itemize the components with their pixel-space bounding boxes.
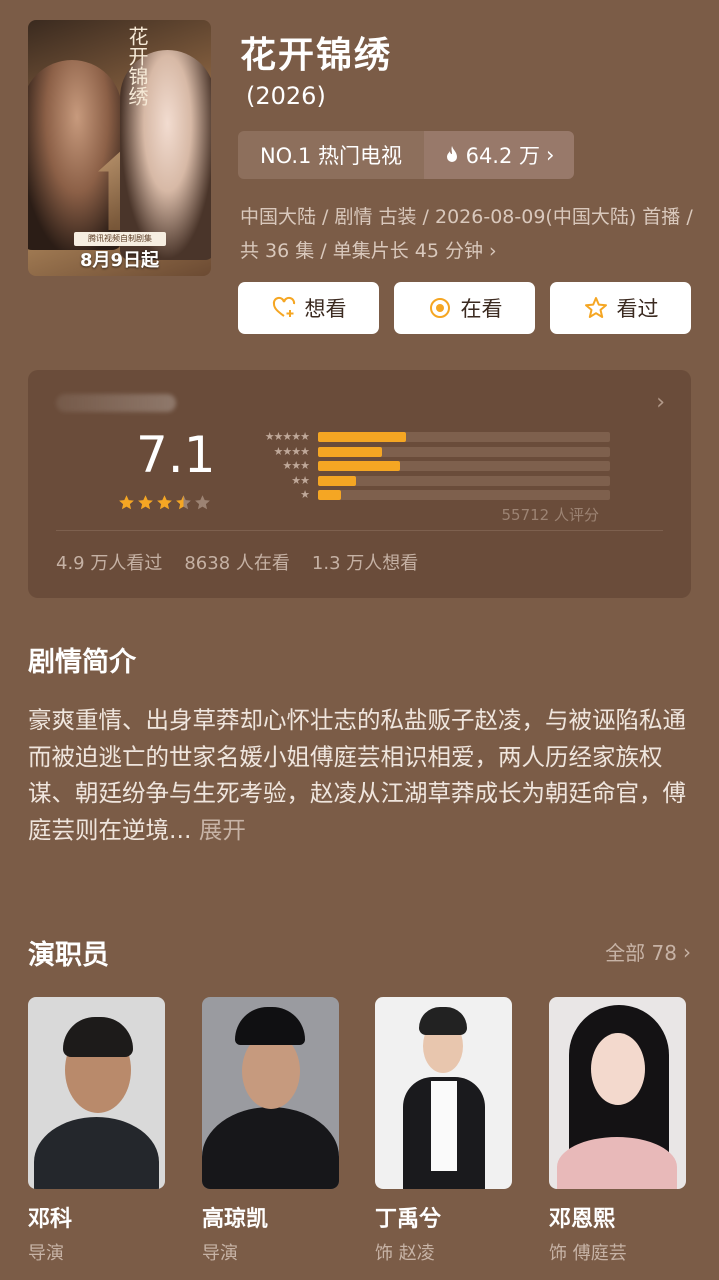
cast-all-link[interactable]: 全部 78 › <box>605 937 691 966</box>
poster-calligraphy: 花开锦绣 <box>125 26 149 106</box>
heat-value: 64.2 万 <box>465 144 541 168</box>
watching-label: 在看 <box>460 297 503 321</box>
distribution-track <box>318 446 610 457</box>
distribution-bar <box>318 432 406 442</box>
meta-text: 中国大陆 / 剧情 古装 / 2026-08-09(中国大陆) 首播 / 共 3… <box>240 206 693 262</box>
distribution-track <box>318 490 610 500</box>
synopsis-text: 豪爽重情、出身草莽却心怀壮志的私盐贩子赵凌，与被诬陷私通而被迫逃亡的世家名媛小姐… <box>28 702 693 848</box>
rating-count: 55712 人评分 <box>501 506 600 524</box>
distribution-row: ★★★ <box>233 459 613 473</box>
poster-stripe: 腾讯视频自制剧集 <box>74 232 166 246</box>
cast-card[interactable]: 丁禹兮 饰 赵凌 <box>375 997 512 1265</box>
synopsis-title: 剧情简介 <box>28 647 136 678</box>
flame-icon <box>446 146 457 162</box>
audience-stats: 4.9 万人看过 8638 人在看 1.3 万人想看 <box>56 549 418 575</box>
cast-name: 邓恩熙 <box>549 1207 616 1232</box>
cast-role: 导演 <box>28 1243 64 1264</box>
cast-card[interactable]: 邓恩熙 饰 傅庭芸 <box>549 997 686 1265</box>
watched-label: 看过 <box>616 297 659 321</box>
divider <box>56 530 663 531</box>
show-title: 花开锦绣 <box>240 35 393 76</box>
heat-indicator[interactable]: 64.2 万 › <box>424 131 574 179</box>
cast-name: 高琼凯 <box>202 1207 269 1232</box>
distribution-bar <box>318 461 400 471</box>
distribution-row: ★★★★★ <box>233 430 613 444</box>
poster-image[interactable]: 花开锦绣 腾讯视频自制剧集 8月9日起 <box>28 20 211 276</box>
chevron-right-icon: › <box>546 143 555 167</box>
distribution-bar <box>318 490 342 500</box>
distribution-track <box>318 475 610 486</box>
cast-role: 饰 赵凌 <box>375 1243 435 1264</box>
star-icon <box>138 495 153 510</box>
distribution-bar <box>318 446 383 457</box>
watching-count: 8638 人在看 <box>184 553 290 574</box>
distribution-track <box>318 461 610 471</box>
distribution-star-label: ★★ <box>291 473 310 487</box>
distribution-star-label: ★★★★★ <box>264 430 310 443</box>
expand-link[interactable]: 展开 <box>199 816 246 844</box>
star-icon <box>119 495 134 510</box>
chevron-right-icon[interactable]: › <box>656 390 665 415</box>
heart-plus-icon <box>272 296 295 317</box>
distribution-bar <box>318 475 356 486</box>
cast-card[interactable]: 高琼凯 导演 <box>202 997 339 1265</box>
rating-card[interactable]: › 7.1 ★★★★★ ★★★★ ★★★ ★★ ★ 55712 人评分 4.9 万人看过… <box>28 370 691 598</box>
cast-photo <box>549 997 686 1189</box>
star-outline-icon <box>584 297 607 318</box>
cast-name: 邓科 <box>28 1207 73 1232</box>
distribution-row: ★★ <box>233 474 613 488</box>
chevron-right-icon: › <box>683 939 691 964</box>
chevron-right-icon: › <box>489 240 497 262</box>
cast-role: 饰 傅庭芸 <box>549 1243 627 1264</box>
distribution-row: ★ <box>233 488 613 502</box>
distribution-track <box>318 432 610 442</box>
distribution-star-label: ★★★★ <box>273 444 310 458</box>
cast-name: 丁禹兮 <box>375 1207 442 1232</box>
rank-label: NO.1 热门电视 <box>238 131 424 179</box>
distribution-star-label: ★★★ <box>282 459 310 472</box>
cast-photo <box>28 997 165 1189</box>
cast-photo <box>202 997 339 1189</box>
watched-button[interactable]: 看过 <box>550 282 691 334</box>
want-button[interactable]: 想看 <box>238 282 379 334</box>
seen-count: 4.9 万人看过 <box>56 553 163 574</box>
cast-title: 演职员 <box>28 940 109 971</box>
cast-all-label: 全部 78 <box>605 941 677 965</box>
rating-stars <box>118 494 211 511</box>
rating-score: 7.1 <box>136 426 216 484</box>
cast-photo <box>375 997 512 1189</box>
synopsis-body: 豪爽重情、出身草莽却心怀壮志的私盐贩子赵凌，与被诬陷私通而被迫逃亡的世家名媛小姐… <box>28 706 686 844</box>
ranking-badge[interactable]: NO.1 热门电视 64.2 万 › <box>238 131 574 179</box>
distribution-row: ★★★★ <box>233 445 613 459</box>
cast-card[interactable]: 邓科 导演 <box>28 997 165 1265</box>
poster-airdate: 8月9日起 <box>79 250 160 271</box>
want-count: 1.3 万人想看 <box>311 553 419 574</box>
show-detail-page: 花开锦绣 腾讯视频自制剧集 8月9日起 花开锦绣 (2026) NO.1 热门电… <box>0 0 719 1280</box>
watching-eye-icon <box>429 298 450 318</box>
want-label: 想看 <box>304 297 347 321</box>
distribution-star-label: ★ <box>300 488 310 501</box>
star-icon <box>157 495 172 510</box>
show-year: (2026) <box>246 82 326 110</box>
watching-button[interactable]: 在看 <box>394 282 535 334</box>
cast-role: 导演 <box>202 1243 238 1264</box>
star-icon <box>195 495 210 510</box>
star-icon <box>176 495 191 510</box>
show-meta[interactable]: 中国大陆 / 剧情 古装 / 2026-08-09(中国大陆) 首播 / 共 3… <box>240 200 700 268</box>
rating-source-blurred <box>56 394 176 412</box>
